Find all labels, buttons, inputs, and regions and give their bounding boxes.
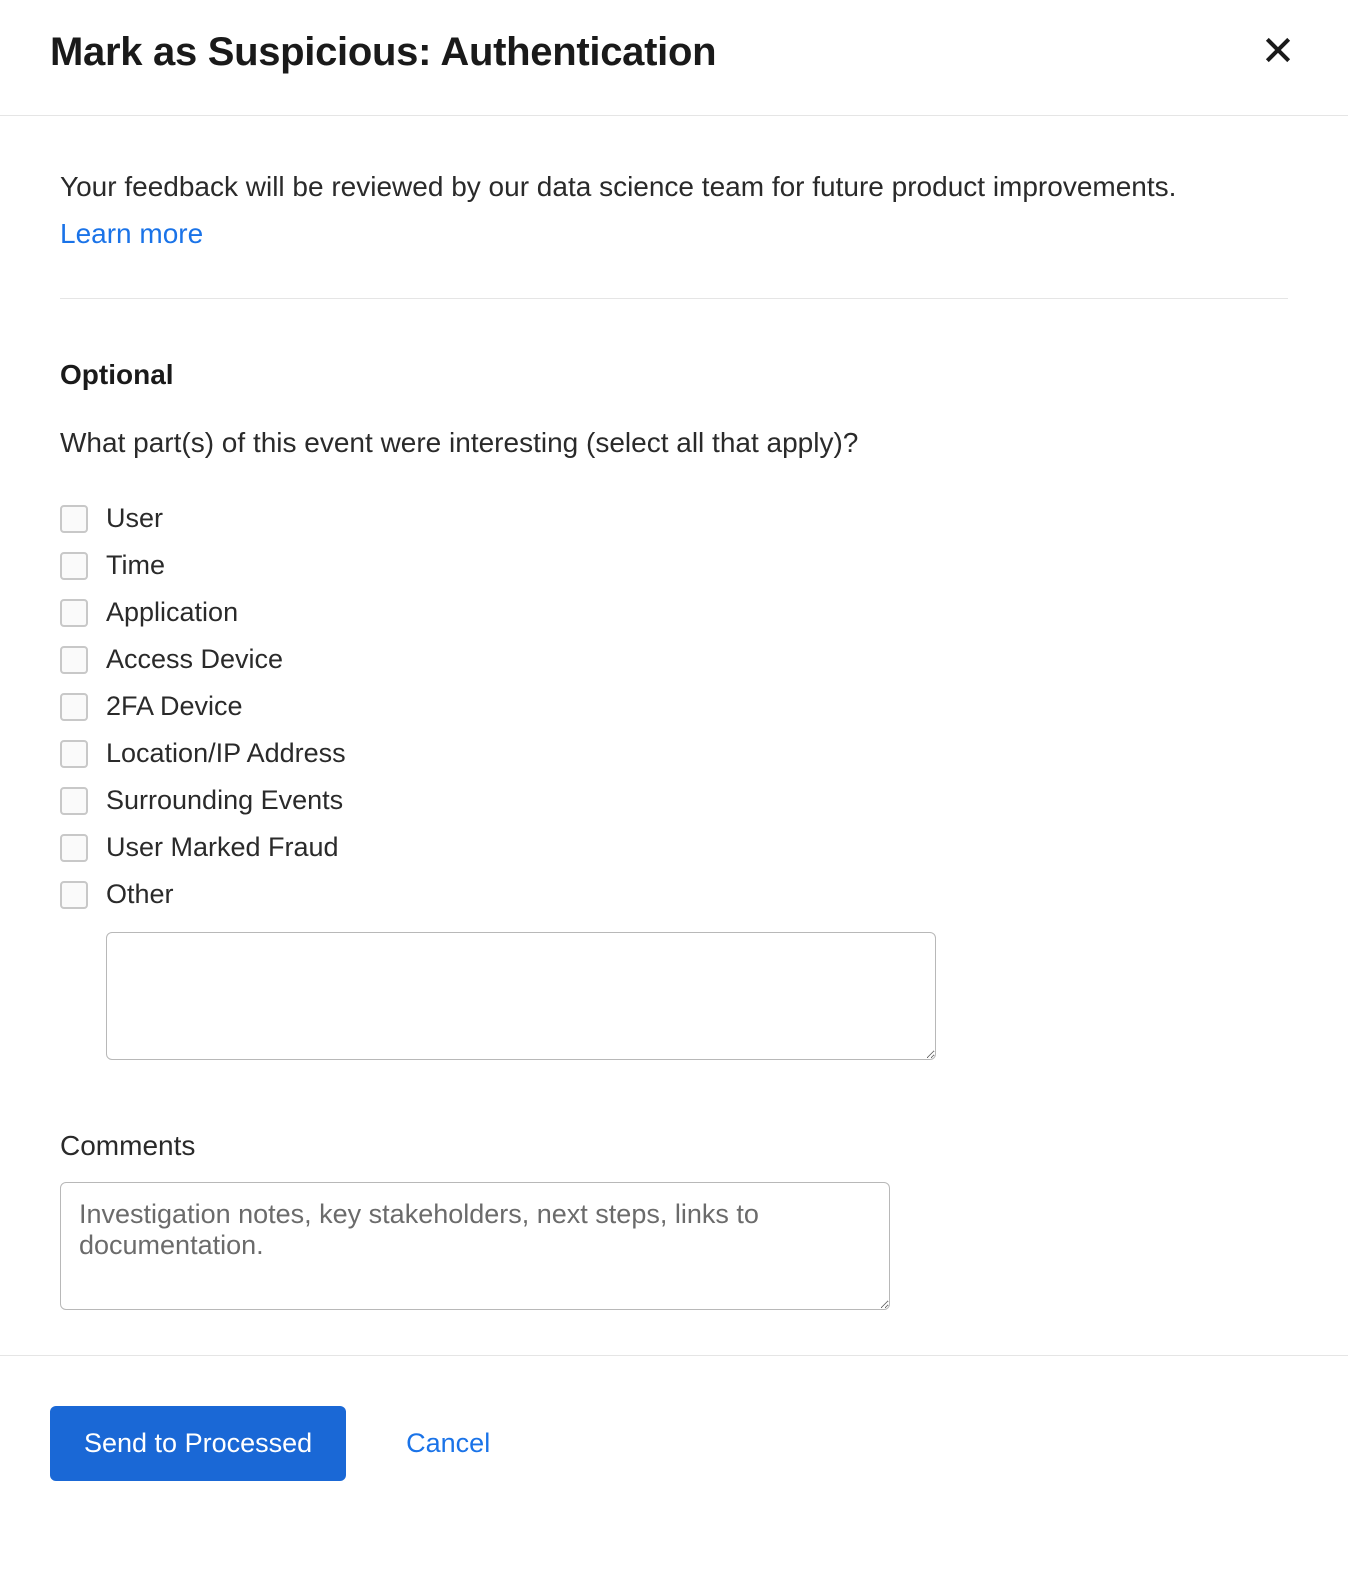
checkbox-surrounding-events[interactable]: [60, 787, 88, 815]
checkbox-row-application[interactable]: Application: [60, 597, 1288, 628]
modal-footer: Send to Processed Cancel: [0, 1355, 1348, 1541]
checkbox-location-ip[interactable]: [60, 740, 88, 768]
cancel-button[interactable]: Cancel: [406, 1428, 490, 1459]
checkbox-label: User: [106, 503, 163, 534]
intro-text: Your feedback will be reviewed by our da…: [60, 166, 1288, 208]
checkbox-label: Surrounding Events: [106, 785, 343, 816]
checkbox-time[interactable]: [60, 552, 88, 580]
checkbox-label: Time: [106, 550, 165, 581]
question-text: What part(s) of this event were interest…: [60, 427, 1288, 459]
send-to-processed-button[interactable]: Send to Processed: [50, 1406, 346, 1481]
modal-title: Mark as Suspicious: Authentication: [50, 30, 716, 75]
checkbox-row-user[interactable]: User: [60, 503, 1288, 534]
checkbox-user[interactable]: [60, 505, 88, 533]
comments-textarea[interactable]: [60, 1182, 890, 1310]
checkbox-label: Application: [106, 597, 238, 628]
checkbox-row-access-device[interactable]: Access Device: [60, 644, 1288, 675]
checkbox-list: User Time Application Access Device 2FA …: [60, 503, 1288, 1060]
modal-body: Your feedback will be reviewed by our da…: [0, 116, 1348, 1355]
checkbox-2fa-device[interactable]: [60, 693, 88, 721]
close-button[interactable]: [1258, 30, 1298, 70]
optional-heading: Optional: [60, 359, 1288, 391]
checkbox-row-2fa-device[interactable]: 2FA Device: [60, 691, 1288, 722]
checkbox-row-other[interactable]: Other: [60, 879, 1288, 910]
divider: [60, 298, 1288, 299]
other-textarea[interactable]: [106, 932, 936, 1060]
checkbox-label: Other: [106, 879, 174, 910]
modal-header: Mark as Suspicious: Authentication: [0, 0, 1348, 116]
checkbox-label: Access Device: [106, 644, 283, 675]
checkbox-label: Location/IP Address: [106, 738, 346, 769]
comments-label: Comments: [60, 1130, 1288, 1162]
checkbox-row-time[interactable]: Time: [60, 550, 1288, 581]
comments-section: Comments: [60, 1130, 1288, 1315]
checkbox-user-marked-fraud[interactable]: [60, 834, 88, 862]
checkbox-row-user-marked-fraud[interactable]: User Marked Fraud: [60, 832, 1288, 863]
checkbox-application[interactable]: [60, 599, 88, 627]
checkbox-label: User Marked Fraud: [106, 832, 339, 863]
checkbox-row-location-ip[interactable]: Location/IP Address: [60, 738, 1288, 769]
close-icon: [1262, 34, 1294, 66]
learn-more-link[interactable]: Learn more: [60, 218, 203, 250]
checkbox-label: 2FA Device: [106, 691, 243, 722]
checkbox-access-device[interactable]: [60, 646, 88, 674]
mark-suspicious-modal: Mark as Suspicious: Authentication Your …: [0, 0, 1348, 1541]
checkbox-row-surrounding-events[interactable]: Surrounding Events: [60, 785, 1288, 816]
checkbox-other[interactable]: [60, 881, 88, 909]
